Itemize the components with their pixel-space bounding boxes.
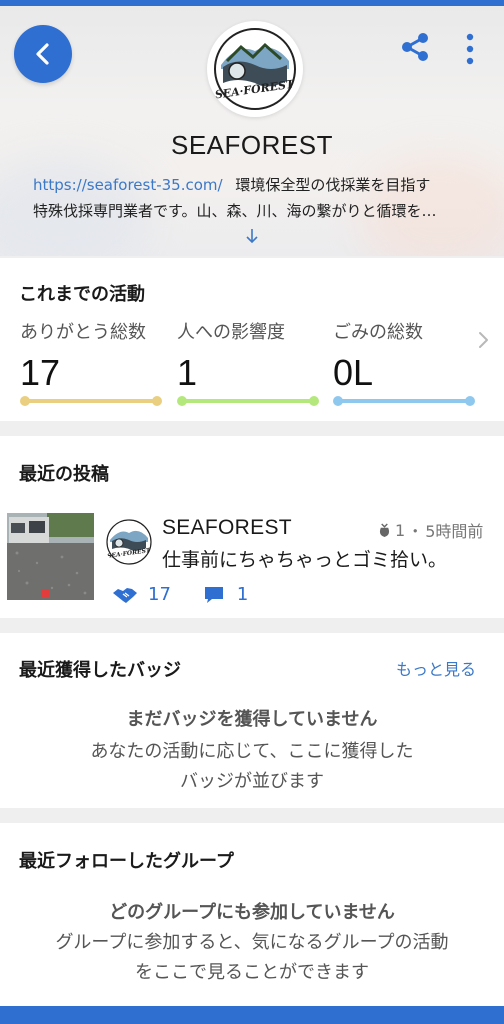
trash-bag-icon [379, 523, 390, 537]
stat-label-trash: ごみの総数 [333, 322, 423, 343]
stat-value-thanks: 17 [20, 352, 61, 393]
stat-bar-dot [177, 396, 187, 406]
stat-label-thanks: ありがとう総数 [20, 322, 146, 343]
post-meta-separator: ・ [407, 522, 424, 541]
post-author-avatar[interactable]: SEA·FOREST [104, 517, 154, 567]
seaforest-logo: SEA·FOREST [106, 519, 152, 565]
bio-text-line1: 環境保全型の伐採業を目指す [235, 176, 431, 194]
groups-title: 最近フォローしたグループ [19, 851, 234, 872]
post-meta: 1 ・ 5時間前 [378, 518, 483, 542]
chevron-left-icon [36, 43, 49, 65]
badges-title: 最近獲得したバッジ [19, 660, 181, 681]
groups-empty-title: どのグループにも参加していません [109, 902, 395, 923]
seaforest-logo: SEA·FOREST [214, 28, 296, 110]
stat-value-influence: 1 [177, 352, 198, 393]
back-button[interactable] [14, 25, 72, 83]
post-photo [7, 513, 94, 600]
stat-bar-thanks [20, 396, 162, 406]
thanks-count: 17 [148, 584, 171, 605]
profile-avatar: SEA·FOREST [207, 21, 303, 117]
stat-value-trash: 0L [333, 352, 374, 393]
stat-bar-dot [309, 396, 319, 406]
stat-bar-dot [20, 396, 30, 406]
groups-empty-desc-line1: グループに参加すると、気になるグループの活動 [55, 932, 449, 953]
badges-empty-title: まだバッジを獲得していません [126, 709, 378, 730]
post-time: 5時間前 [425, 522, 484, 541]
stat-bar-dot [333, 396, 343, 406]
chevron-right-icon[interactable] [476, 330, 490, 350]
post-author-name[interactable]: SEAFOREST [162, 516, 292, 540]
bio-text-line2: 特殊伐採専門業者です。山、森、川、海の繋がりと循環を… [33, 202, 437, 220]
thanks-button[interactable]: 17 [112, 584, 171, 605]
groups-empty-desc-line2: をここで見ることができます [135, 962, 369, 983]
arrow-down-icon[interactable] [244, 226, 260, 246]
post-thumbnail[interactable] [7, 513, 94, 600]
more-vertical-icon[interactable] [460, 32, 480, 66]
comment-button[interactable]: 1 [203, 584, 248, 605]
post-trash-count: 1 [395, 520, 406, 540]
website-link[interactable]: https://seaforest-35.com/ [33, 176, 223, 194]
activity-title: これまでの活動 [19, 284, 145, 305]
stat-bar-dot [465, 396, 475, 406]
badges-empty-desc-line2: バッジが並びます [180, 771, 324, 792]
profile-name: SEAFOREST [171, 130, 333, 160]
stat-bar-trash [333, 396, 475, 406]
post-actions: 17 1 [112, 584, 248, 605]
profile-bio: https://seaforest-35.com/ 環境保全型の伐採業を目指す … [33, 172, 483, 224]
badges-empty-desc-line1: あなたの活動に応じて、ここに獲得した [90, 741, 414, 762]
handshake-icon [113, 587, 137, 603]
see-more-badges-link[interactable]: もっと見る [396, 656, 476, 680]
bottom-accent-bar [0, 1006, 504, 1024]
stat-label-influence: 人への影響度 [177, 322, 285, 343]
recent-posts-title: 最近の投稿 [19, 464, 109, 485]
stat-bar-dot [152, 396, 162, 406]
share-icon[interactable] [400, 31, 430, 63]
post-text[interactable]: 仕事前にちゃちゃっとゴミ拾い。 [162, 545, 447, 572]
comment-count: 1 [236, 584, 249, 605]
stat-bar-influence [177, 396, 319, 406]
comment-icon [204, 586, 223, 603]
